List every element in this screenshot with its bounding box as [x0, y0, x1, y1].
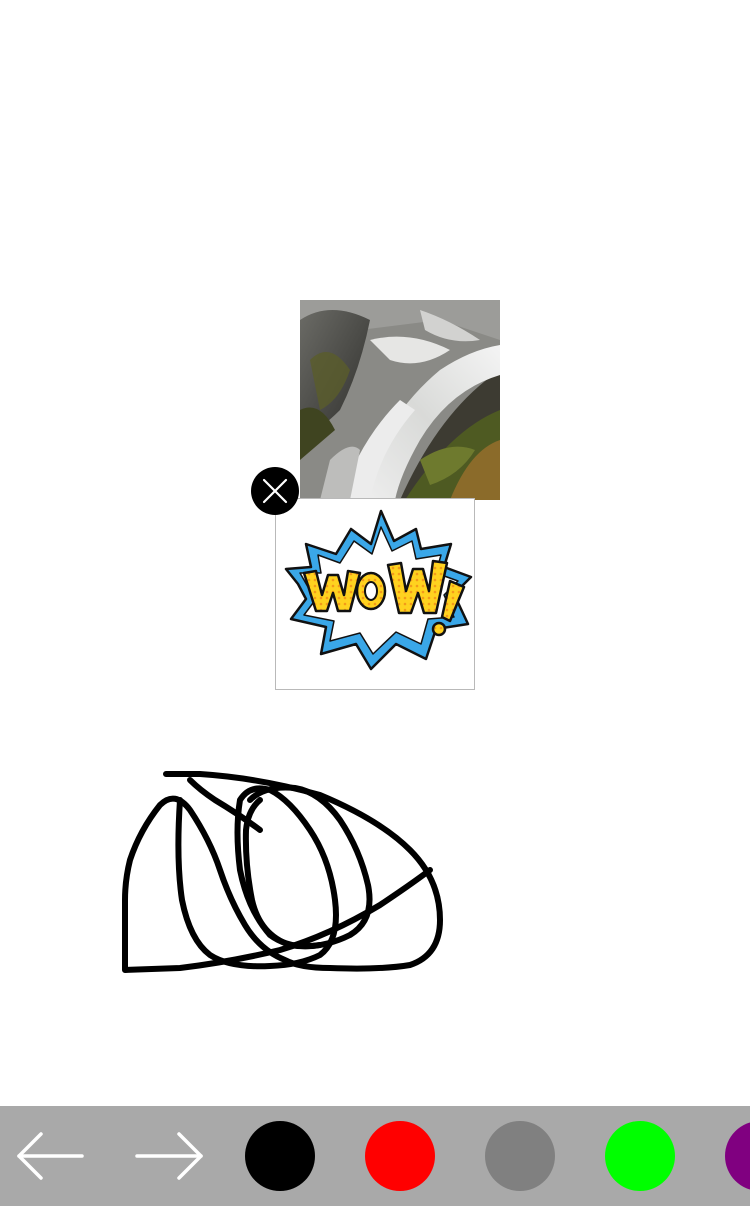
arrow-right-icon — [135, 1132, 203, 1180]
color-swatch-black[interactable] — [245, 1121, 315, 1191]
redo-button[interactable] — [135, 1121, 205, 1191]
undo-button[interactable] — [14, 1121, 84, 1191]
color-swatch-green[interactable] — [605, 1121, 675, 1191]
freehand-drawing — [122, 771, 443, 973]
color-swatch-red[interactable] — [365, 1121, 435, 1191]
arrow-left-icon — [17, 1132, 84, 1180]
color-swatch-gray[interactable] — [485, 1121, 555, 1191]
color-swatch-purple[interactable] — [725, 1121, 750, 1191]
bottom-toolbar — [0, 1106, 750, 1206]
